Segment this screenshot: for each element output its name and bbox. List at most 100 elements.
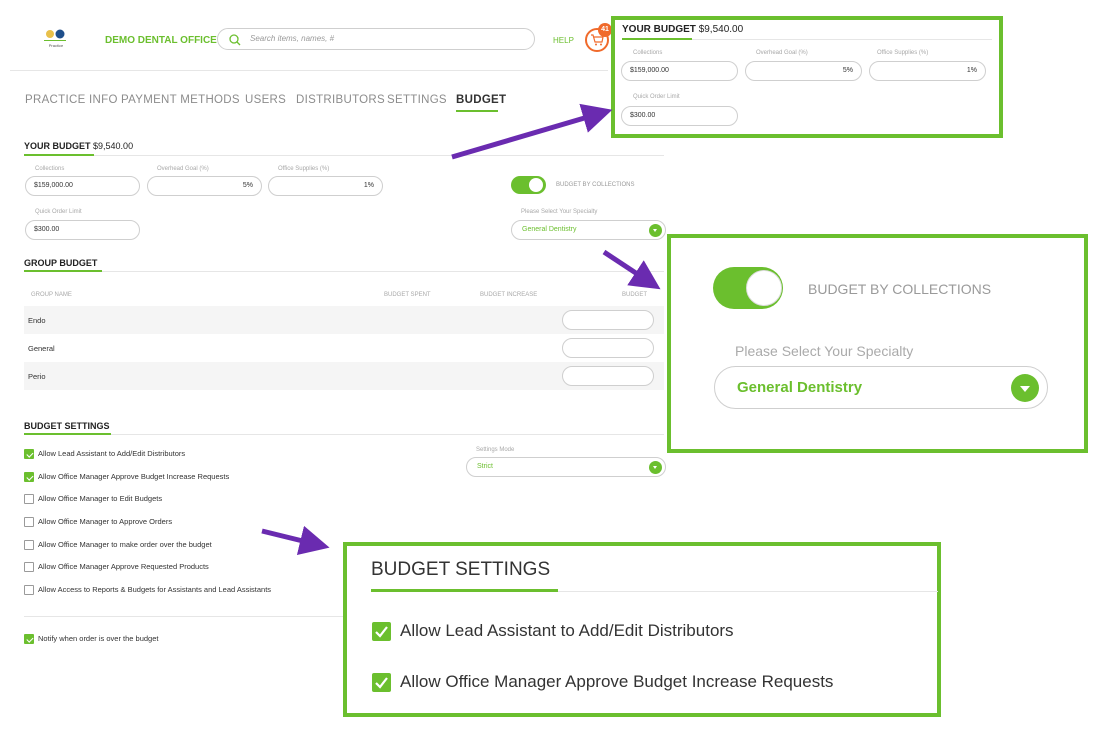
section-divider (558, 591, 938, 592)
your-budget-amount: $9,540.00 (93, 141, 134, 151)
tab-practice-info[interactable]: PRACTICE INFO (25, 94, 118, 106)
toggle-knob (746, 270, 782, 306)
tab-payment-methods[interactable]: PAYMENT METHODS (121, 94, 240, 106)
settings-mode-label: Settings Mode (476, 447, 515, 453)
logo-text: Practice (49, 43, 64, 48)
table-row: General (24, 334, 664, 362)
chevron-down-icon (649, 461, 662, 474)
checkbox[interactable] (24, 517, 34, 527)
tab-budget[interactable]: BUDGET (456, 94, 506, 106)
column-header-group-name: GROUP NAME (31, 292, 72, 298)
setting-label: Allow Lead Assistant to Add/Edit Distrib… (38, 449, 186, 458)
specialty-value: General Dentistry (737, 379, 863, 396)
search-placeholder: Search items, names, # (250, 34, 335, 43)
section-underline (371, 589, 558, 592)
budget-by-collections-toggle[interactable] (511, 176, 546, 194)
tab-distributors[interactable]: DISTRIBUTORS (296, 94, 385, 106)
quick-order-limit-input[interactable]: $300.00 (621, 106, 738, 126)
tab-users[interactable]: USERS (245, 94, 286, 106)
collections-input[interactable]: $159,000.00 (621, 61, 738, 81)
checkbox-checked[interactable] (372, 622, 391, 641)
section-underline (24, 433, 111, 435)
office-supplies-label: Office Supplies (%) (877, 50, 929, 56)
column-header-budget-increase: BUDGET INCREASE (480, 292, 538, 298)
chevron-down-icon (649, 224, 662, 237)
collections-input[interactable]: $159,000.00 (25, 176, 140, 196)
tab-settings[interactable]: SETTINGS (387, 94, 447, 106)
group-name-cell: Perio (28, 372, 46, 381)
quick-order-limit-label: Quick Order Limit (633, 94, 680, 100)
zoom-callout-your-budget: YOUR BUDGET $9,540.00 Collections $159,0… (611, 16, 1003, 138)
setting-label: Allow Office Manager Approve Requested P… (38, 562, 209, 571)
table-row: Perio (24, 362, 664, 390)
specialty-select[interactable]: General Dentistry (714, 366, 1048, 409)
checkmark-icon (375, 626, 388, 638)
budget-settings-title: BUDGET SETTINGS (24, 421, 110, 431)
setting-label: Notify when order is over the budget (38, 634, 159, 643)
logo-icon[interactable]: Practice (40, 27, 72, 49)
checkbox[interactable] (24, 562, 34, 572)
checkbox[interactable] (24, 494, 34, 504)
budget-by-collections-toggle[interactable] (713, 267, 783, 309)
specialty-select[interactable]: General Dentistry (511, 220, 666, 240)
budget-by-collections-label: BUDGET BY COLLECTIONS (556, 182, 635, 188)
office-supplies-label: Office Supplies (%) (278, 166, 330, 172)
checkbox-checked[interactable] (372, 673, 391, 692)
checkbox-checked[interactable] (24, 634, 34, 644)
overhead-goal-input[interactable]: 5% (745, 61, 862, 81)
specialty-label: Please Select Your Specialty (521, 209, 598, 215)
help-link[interactable]: HELP (553, 36, 574, 45)
section-underline (24, 154, 94, 156)
section-divider (111, 434, 664, 435)
office-name[interactable]: DEMO DENTAL OFFICE (105, 35, 217, 46)
setting-label: Allow Access to Reports & Budgets for As… (38, 585, 272, 594)
header-divider (10, 70, 608, 71)
chevron-down-icon (1011, 374, 1039, 402)
collections-label: Collections (633, 50, 663, 56)
cart-count-badge: 41 (598, 23, 612, 37)
office-supplies-input[interactable]: 1% (869, 61, 986, 81)
section-divider (692, 39, 992, 40)
your-budget-label: YOUR BUDGET (24, 141, 91, 151)
setting-label: Allow Office Manager to make order over … (38, 540, 212, 549)
checkbox-checked[interactable] (24, 472, 34, 482)
overhead-goal-label: Overhead Goal (%) (756, 50, 808, 56)
setting-label: Allow Office Manager Approve Budget Incr… (400, 672, 834, 691)
checkbox[interactable] (24, 540, 34, 550)
column-header-budget-spent: BUDGET SPENT (384, 292, 431, 298)
setting-label: Allow Lead Assistant to Add/Edit Distrib… (400, 621, 734, 640)
checkbox-checked[interactable] (24, 449, 34, 459)
budget-input[interactable] (562, 310, 654, 330)
checkmark-icon (375, 677, 388, 689)
zoom-callout-budget-settings: BUDGET SETTINGS Allow Lead Assistant to … (343, 542, 941, 717)
section-underline (24, 270, 102, 272)
section-divider (102, 271, 664, 272)
active-tab-indicator (456, 110, 498, 112)
your-budget-label: YOUR BUDGET (622, 24, 696, 35)
office-supplies-input[interactable]: 1% (268, 176, 383, 196)
specialty-value: General Dentistry (522, 226, 577, 233)
quick-order-limit-label: Quick Order Limit (35, 209, 82, 215)
budget-by-collections-label: BUDGET BY COLLECTIONS (808, 281, 992, 297)
settings-mode-value: Strict (477, 463, 493, 470)
budget-input[interactable] (562, 338, 654, 358)
section-divider (94, 155, 664, 156)
budget-input[interactable] (562, 366, 654, 386)
setting-label: Allow Office Manager to Edit Budgets (38, 494, 163, 503)
search-icon (229, 34, 241, 46)
budget-settings-title: BUDGET SETTINGS (371, 559, 551, 580)
search-input[interactable]: Search items, names, # (217, 28, 535, 50)
overhead-goal-input[interactable]: 5% (147, 176, 262, 196)
table-row: Endo (24, 306, 664, 334)
quick-order-limit-input[interactable]: $300.00 (25, 220, 140, 240)
column-header-budget: BUDGET (622, 292, 648, 298)
arrow-icon (602, 249, 661, 290)
arrow-icon (261, 525, 330, 555)
setting-label: Allow Office Manager Approve Budget Incr… (38, 472, 230, 481)
your-budget-amount: $9,540.00 (698, 24, 744, 35)
settings-mode-select[interactable]: Strict (466, 457, 666, 477)
collections-label: Collections (35, 166, 65, 172)
toggle-knob (529, 178, 543, 192)
your-budget-title: YOUR BUDGET $9,540.00 (24, 141, 133, 151)
checkbox[interactable] (24, 585, 34, 595)
